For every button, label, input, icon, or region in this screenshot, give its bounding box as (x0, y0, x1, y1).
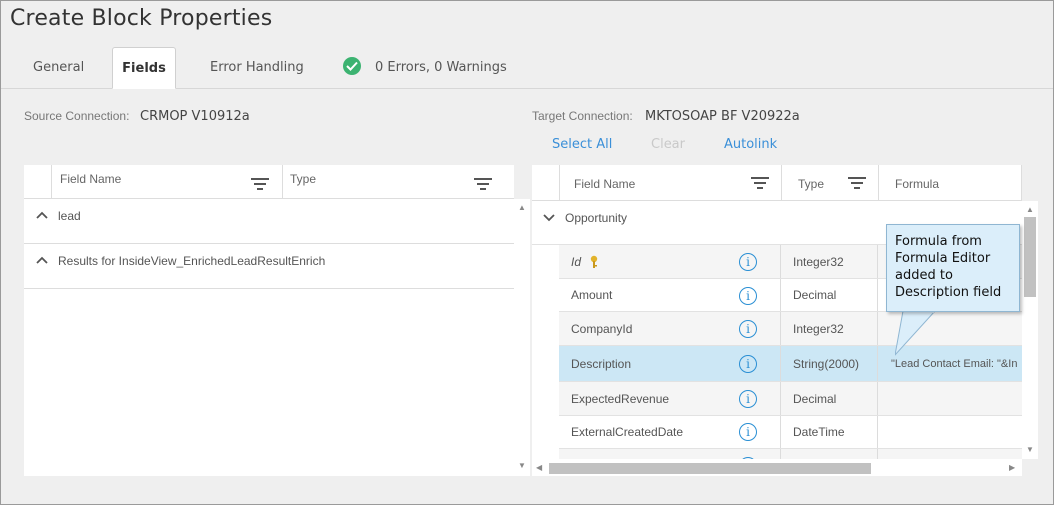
filter-icon[interactable] (751, 177, 769, 189)
target-connection-value: MKTOSOAP BF V20922a (645, 109, 800, 124)
info-icon[interactable]: i (739, 390, 757, 408)
table-row[interactable]: ExpectedRevenue i Decimal (559, 382, 1022, 416)
info-icon[interactable]: i (739, 253, 757, 271)
table-row-selected[interactable]: Description i String(2000) "Lead Contact… (559, 346, 1022, 382)
source-group-label: Results for InsideView_EnrichedLeadResul… (58, 254, 326, 268)
horizontal-scroll-thumb[interactable] (549, 463, 871, 474)
info-icon[interactable]: i (739, 287, 757, 305)
scroll-down-icon[interactable]: ▼ (1026, 445, 1034, 454)
callout-pointer (895, 311, 936, 356)
source-col-field-name: Field Name (60, 172, 122, 186)
page-title: Create Block Properties (10, 6, 273, 31)
target-col-field-name: Field Name (574, 177, 636, 191)
info-icon[interactable]: i (739, 423, 757, 441)
source-col-type: Type (290, 172, 317, 186)
source-group-lead[interactable]: lead (24, 199, 514, 244)
target-col-formula: Formula (895, 177, 940, 191)
tab-fields[interactable]: Fields (112, 47, 176, 89)
target-col-type: Type (798, 177, 825, 191)
scroll-left-icon[interactable]: ◀ (536, 463, 542, 472)
chevron-up-icon[interactable] (36, 211, 48, 219)
field-name: ExternalCreatedDate (571, 425, 684, 439)
tab-general[interactable]: General (33, 47, 84, 89)
source-group-results[interactable]: Results for InsideView_EnrichedLeadResul… (24, 244, 514, 289)
scroll-down-icon[interactable]: ▼ (518, 461, 526, 470)
field-type: DateTime (793, 425, 845, 439)
source-grid-header: Field Name Type (24, 165, 514, 199)
field-type: Integer32 (793, 321, 844, 336)
check-circle-icon (343, 57, 361, 75)
source-group-label: lead (58, 209, 81, 223)
info-icon[interactable]: i (739, 355, 757, 373)
target-group-label: Opportunity (565, 211, 628, 225)
field-type: Decimal (793, 391, 837, 406)
source-connection-label: Source Connection: (24, 109, 130, 123)
autolink-link[interactable]: Autolink (724, 137, 777, 152)
target-grid-header: Field Name Type Formula (532, 165, 1022, 201)
field-name: Amount (571, 288, 613, 302)
field-type: String(2000) (793, 356, 860, 371)
scroll-right-icon[interactable]: ▶ (1009, 463, 1015, 472)
tab-error-handling[interactable]: Error Handling (210, 47, 304, 89)
key-icon (590, 255, 598, 268)
target-connection-label: Target Connection: (532, 109, 633, 123)
filter-icon[interactable] (474, 178, 492, 190)
filter-icon[interactable] (848, 177, 866, 189)
field-name: Description (571, 356, 632, 371)
field-type: Integer32 (793, 254, 844, 269)
table-row[interactable]: ExternalCreatedDate i DateTime (559, 416, 1022, 449)
field-type: Decimal (793, 288, 837, 302)
chevron-down-icon[interactable] (543, 214, 555, 222)
chevron-up-icon[interactable] (36, 256, 48, 264)
table-row[interactable]: CompanyId i Integer32 (559, 312, 1022, 346)
scroll-up-icon[interactable]: ▲ (518, 203, 526, 212)
clear-link[interactable]: Clear (651, 137, 685, 152)
field-name: ExpectedRevenue (571, 391, 670, 406)
tab-bar: General Fields Error Handling (1, 47, 1053, 89)
field-name: Id (571, 254, 582, 269)
source-scrollbar[interactable]: ▲ ▼ (514, 199, 530, 476)
field-name: CompanyId (571, 321, 633, 336)
dialog-frame: Create Block Properties General Fields E… (0, 0, 1054, 505)
table-row-partial[interactable]: i (559, 449, 1022, 459)
source-connection-value: CRMOP V10912a (140, 109, 250, 124)
callout-annotation: Formula from Formula Editor added to Des… (886, 224, 1020, 312)
vertical-scroll-thumb[interactable] (1024, 217, 1036, 297)
select-all-link[interactable]: Select All (552, 137, 612, 152)
info-icon[interactable]: i (739, 320, 757, 338)
validation-status: 0 Errors, 0 Warnings (375, 60, 507, 75)
scroll-up-icon[interactable]: ▲ (1026, 205, 1034, 214)
source-grid-body: lead Results for InsideView_EnrichedLead… (24, 199, 514, 476)
filter-icon[interactable] (251, 178, 269, 190)
